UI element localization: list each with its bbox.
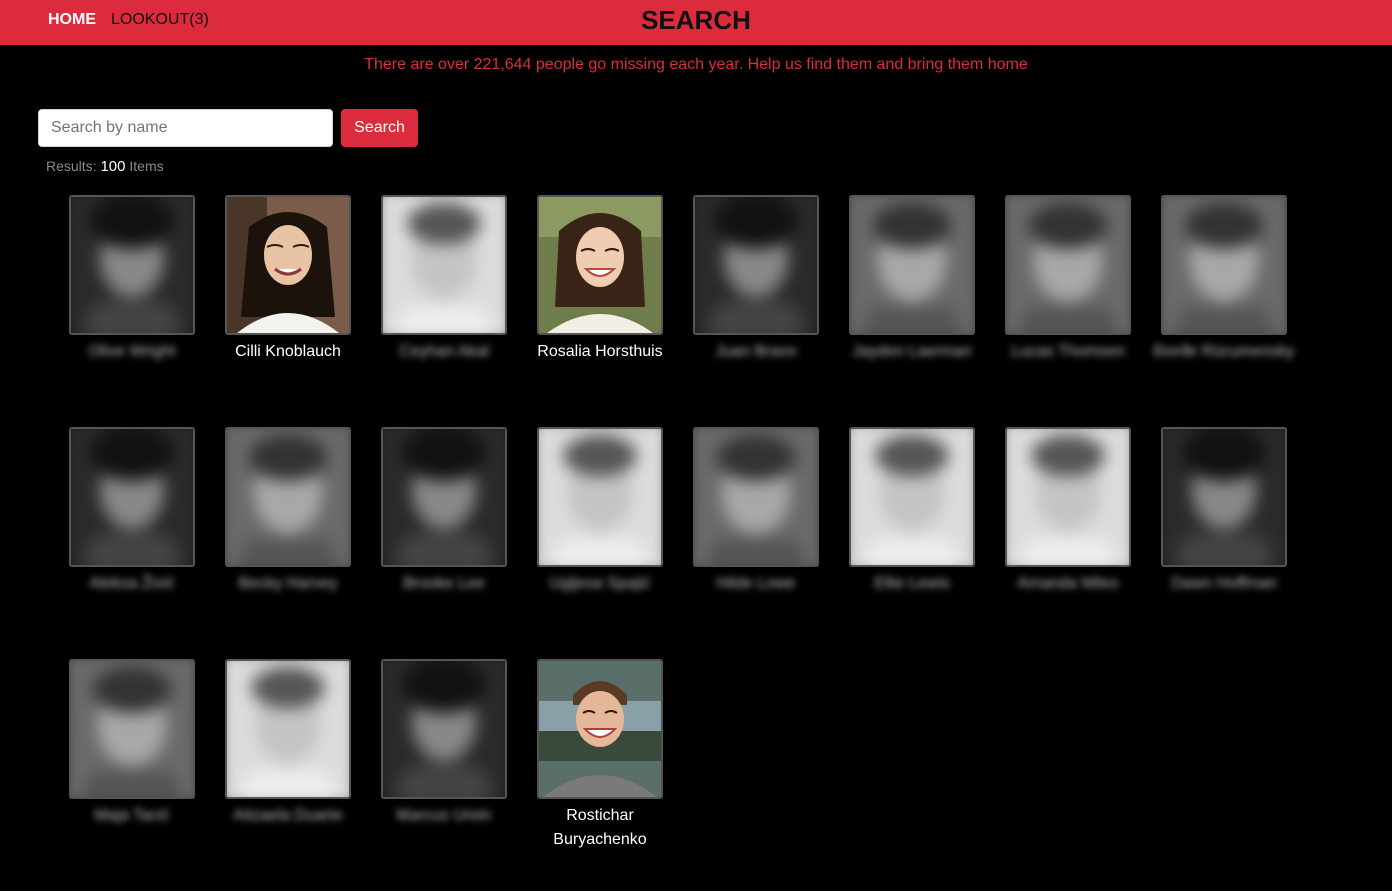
person-name: Ellie Lewis bbox=[874, 575, 950, 592]
person-photo[interactable] bbox=[1005, 427, 1131, 567]
person-card[interactable]: Hilde Lowe bbox=[678, 427, 834, 659]
person-photo[interactable] bbox=[1161, 195, 1287, 335]
person-name: Aleksa Živić bbox=[89, 575, 175, 592]
results-label: Results: bbox=[46, 158, 97, 174]
person-card[interactable]: Ellie Lewis bbox=[834, 427, 990, 659]
nav-lookout-link[interactable]: LOOKOUT(3) bbox=[111, 11, 209, 29]
person-name: Maja Tacić bbox=[94, 807, 170, 824]
person-card[interactable]: Juan Bravo bbox=[678, 195, 834, 427]
person-photo[interactable] bbox=[537, 195, 663, 335]
person-card[interactable]: Đorđe Rücumensky bbox=[1146, 195, 1302, 427]
person-photo[interactable] bbox=[381, 195, 507, 335]
person-name: Rostichar Buryachenko bbox=[553, 807, 647, 848]
person-name: Juan Bravo bbox=[715, 343, 797, 360]
search-by-name-input[interactable] bbox=[38, 109, 333, 147]
person-name: Olive Wright bbox=[88, 343, 176, 360]
person-photo[interactable] bbox=[1161, 427, 1287, 567]
person-card[interactable]: Jayden Laerman bbox=[834, 195, 990, 427]
person-photo[interactable] bbox=[381, 427, 507, 567]
person-card[interactable]: Amanda Miles bbox=[990, 427, 1146, 659]
person-photo[interactable] bbox=[849, 427, 975, 567]
person-photo[interactable] bbox=[69, 659, 195, 799]
missing-people-tagline: There are over 221,644 people go missing… bbox=[364, 56, 1028, 73]
person-photo[interactable] bbox=[693, 427, 819, 567]
person-card[interactable]: Ugljesa Spajić bbox=[522, 427, 678, 659]
person-card[interactable]: Brooke Lee bbox=[366, 427, 522, 659]
results-count: 100 bbox=[100, 158, 126, 175]
person-card[interactable]: Dawn Hoffman bbox=[1146, 427, 1302, 659]
person-card[interactable]: Rosalia Horsthuis bbox=[522, 195, 678, 427]
person-card[interactable]: Maja Tacić bbox=[54, 659, 210, 891]
person-name: Brooke Lee bbox=[403, 575, 485, 592]
results-summary: Results: 100 Items bbox=[46, 158, 164, 175]
person-name: Amanda Miles bbox=[1017, 575, 1119, 592]
person-photo[interactable] bbox=[225, 427, 351, 567]
person-photo[interactable] bbox=[537, 427, 663, 567]
person-card[interactable]: Marcus Urein bbox=[366, 659, 522, 891]
person-name: Becky Harvey bbox=[238, 575, 338, 592]
person-card[interactable]: Cilli Knoblauch bbox=[210, 195, 366, 427]
person-card[interactable]: Lucas Thomsen bbox=[990, 195, 1146, 427]
person-card[interactable]: Aleksa Živić bbox=[54, 427, 210, 659]
person-card[interactable]: Ceyhan Akal bbox=[366, 195, 522, 427]
person-photo[interactable] bbox=[537, 659, 663, 799]
person-card[interactable]: Rostichar Buryachenko bbox=[522, 659, 678, 891]
person-name: Dawn Hoffman bbox=[1171, 575, 1277, 592]
person-name: Lucas Thomsen bbox=[1011, 343, 1125, 360]
page-title: SEARCH bbox=[641, 5, 751, 35]
person-name: Cilli Knoblauch bbox=[235, 343, 341, 360]
person-photo[interactable] bbox=[225, 659, 351, 799]
nav-home-link[interactable]: HOME bbox=[48, 11, 96, 29]
person-photo[interactable] bbox=[1005, 195, 1131, 335]
person-photo[interactable] bbox=[69, 195, 195, 335]
person-name: Hilde Lowe bbox=[716, 575, 796, 592]
top-navbar: HOME LOOKOUT(3) SEARCH bbox=[0, 0, 1392, 45]
person-name: Ceyhan Akal bbox=[399, 343, 489, 360]
person-card[interactable]: Aitzaela Duarte bbox=[210, 659, 366, 891]
person-name: Ugljesa Spajić bbox=[549, 575, 651, 592]
person-photo[interactable] bbox=[693, 195, 819, 335]
person-name: Rosalia Horsthuis bbox=[537, 343, 663, 360]
person-name: Aitzaela Duarte bbox=[233, 807, 343, 824]
person-name: Đorđe Rücumensky bbox=[1153, 343, 1295, 360]
person-photo[interactable] bbox=[849, 195, 975, 335]
person-photo[interactable] bbox=[225, 195, 351, 335]
person-name: Jayden Laerman bbox=[852, 343, 972, 360]
person-photo[interactable] bbox=[381, 659, 507, 799]
search-button[interactable]: Search bbox=[341, 109, 418, 147]
people-grid: Olive Wright Cilli Knoblauch Ceyhan Akal Ro… bbox=[54, 195, 1314, 891]
person-card[interactable]: Becky Harvey bbox=[210, 427, 366, 659]
person-card[interactable]: Olive Wright bbox=[54, 195, 210, 427]
results-unit: Items bbox=[129, 158, 164, 174]
person-photo[interactable] bbox=[69, 427, 195, 567]
person-name: Marcus Urein bbox=[396, 807, 492, 824]
